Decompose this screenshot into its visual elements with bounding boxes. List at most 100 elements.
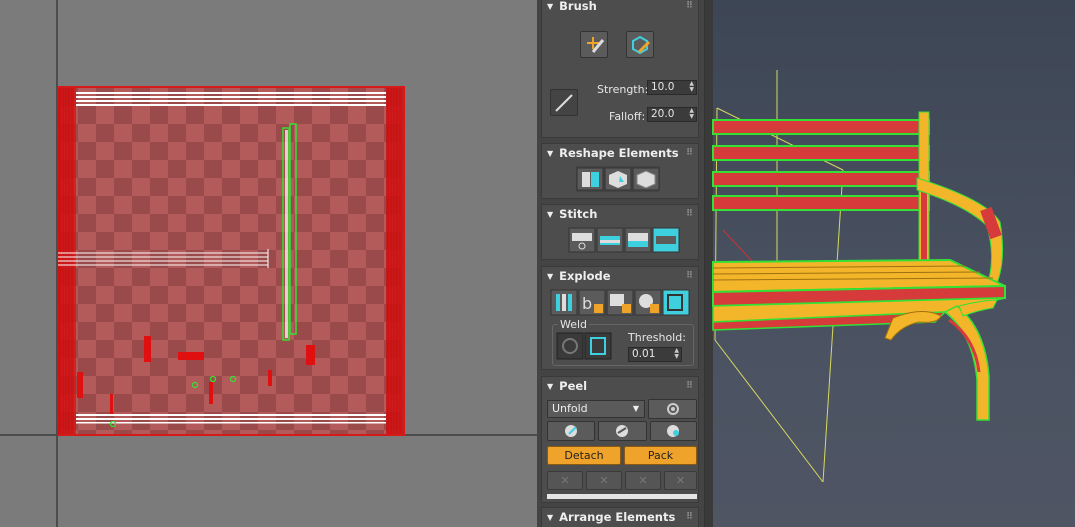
relax-brush-button[interactable]	[626, 31, 654, 58]
grip-icon: ⠿	[685, 271, 693, 281]
reshape-elements-rollout: ▼ Reshape Elements ⠿	[541, 143, 699, 199]
stitch-average-icon	[624, 227, 652, 253]
peel-rollout: ▼ Peel ⠿ Unfold ▼ Detach Pack ✕ ✕ ✕ ✕	[541, 376, 699, 503]
stitch-header[interactable]: ▼ Stitch ⠿	[542, 205, 698, 225]
strength-label: Strength:	[597, 83, 649, 96]
peel-progress-bar	[547, 494, 697, 499]
uv-shell-right-strip	[386, 88, 403, 434]
falloff-value: 20.0	[651, 108, 675, 120]
reshape-title: Reshape Elements	[559, 146, 679, 160]
uv-editor-viewport[interactable]	[0, 0, 537, 527]
falloff-label: Falloff:	[609, 110, 646, 123]
spinner-arrows-icon: ▲ ▼	[674, 347, 679, 360]
perspective-viewport[interactable]	[705, 0, 1075, 527]
strength-spinner[interactable]: 10.0 ▲ ▼	[647, 80, 697, 95]
explode-rollout: ▼ Explode ⠿ b Weld Threshold: 0.01 ▲ ▼	[541, 266, 699, 370]
grip-icon: ⠿	[685, 148, 693, 158]
unpin-button[interactable]: ✕	[586, 471, 622, 490]
uv-tools-panel: ▼ Brush ⠿ Strength: 10.0 ▲ ▼ Falloff: 20.0 ▲…	[537, 0, 705, 527]
spinner-arrows-icon: ▲ ▼	[689, 107, 694, 120]
chevron-down-icon: ▼	[632, 404, 639, 413]
threshold-label: Threshold:	[628, 331, 686, 344]
peel-mode-button[interactable]	[598, 421, 647, 441]
unpin-icon: ✕	[599, 474, 609, 487]
arrange-header[interactable]: ▼ Arrange Elements ⠿	[542, 508, 698, 527]
uv-shell-top-slats	[76, 92, 386, 106]
arrange-title: Arrange Elements	[559, 510, 676, 524]
explode-title: Explode	[559, 269, 611, 283]
collapse-arrow-icon: ▼	[547, 210, 554, 219]
peel-mode-dropdown[interactable]: Unfold ▼	[547, 400, 645, 418]
select-pins-button[interactable]: ✕	[625, 471, 661, 490]
uv-shell-small-parts	[77, 336, 315, 414]
straighten-icon	[576, 167, 604, 191]
grip-icon: ⠿	[685, 209, 693, 219]
arrange-elements-rollout: ▼ Arrange Elements ⠿	[541, 507, 699, 527]
weld-label: Weld	[558, 318, 590, 331]
stitch-custom-icon	[568, 227, 596, 253]
flatten-by-polygon-icon	[634, 289, 662, 316]
flatten-by-smoothing-icon: b	[578, 289, 606, 316]
collapse-arrow-icon: ▼	[547, 2, 554, 11]
bench-model[interactable]	[705, 0, 1075, 527]
clear-pins-icon: ✕	[675, 474, 686, 487]
threshold-spinner[interactable]: 0.01 ▲ ▼	[628, 347, 682, 362]
stitch-source-icon	[596, 227, 624, 253]
flatten-icon	[632, 167, 660, 191]
brush-title: Brush	[559, 0, 597, 13]
brush-header[interactable]: ▼ Brush ⠿	[542, 0, 698, 17]
grip-icon: ⠿	[685, 381, 693, 391]
uv-shell-bottom-slats	[76, 414, 386, 424]
flatten-by-element-icon	[662, 289, 690, 316]
threshold-value: 0.01	[632, 348, 656, 360]
pack-button[interactable]: Pack	[624, 446, 697, 465]
backrest-slats	[712, 111, 930, 271]
collapse-arrow-icon: ▼	[547, 513, 554, 522]
collapse-arrow-icon: ▼	[547, 272, 554, 281]
uv-shell-horizontal-bar	[58, 249, 269, 268]
reshape-header[interactable]: ▼ Reshape Elements ⠿	[542, 144, 698, 164]
move-brush-icon	[587, 37, 605, 53]
clear-pins-button[interactable]: ✕	[664, 471, 697, 490]
break-icon	[550, 289, 578, 316]
grip-icon: ⠿	[685, 1, 693, 11]
peel-title: Peel	[559, 379, 588, 393]
move-brush-button[interactable]	[580, 31, 608, 58]
relax-icon	[604, 167, 632, 191]
uv-shell-selected-vertical	[282, 123, 297, 341]
pin-button[interactable]: ✕	[547, 471, 583, 490]
falloff-type-button[interactable]	[550, 89, 578, 116]
reset-peel-icon	[667, 425, 679, 437]
explode-button-group[interactable]: b	[550, 289, 692, 316]
settings-gear-icon	[667, 403, 679, 415]
falloff-spinner[interactable]: 20.0 ▲ ▼	[647, 107, 697, 122]
reset-peel-button[interactable]	[650, 421, 697, 441]
quick-peel-button[interactable]	[547, 421, 595, 441]
stitch-title: Stitch	[559, 207, 598, 221]
stitch-target-icon	[652, 227, 680, 253]
detach-button[interactable]: Detach	[547, 446, 621, 465]
explode-header[interactable]: ▼ Explode ⠿	[542, 267, 698, 287]
falloff-line-icon	[555, 94, 573, 112]
peel-mode-value: Unfold	[552, 402, 588, 415]
collapse-arrow-icon: ▼	[547, 382, 554, 391]
spinner-arrows-icon: ▲ ▼	[689, 80, 694, 93]
weld-selected-icon	[556, 332, 584, 360]
reshape-button-group	[576, 166, 660, 192]
weld-button-group[interactable]	[556, 332, 612, 361]
brush-rollout: ▼ Brush ⠿ Strength: 10.0 ▲ ▼ Falloff: 20.0 ▲…	[541, 0, 699, 138]
stitch-button-group[interactable]	[568, 227, 680, 253]
peel-header[interactable]: ▼ Peel ⠿	[542, 377, 698, 397]
pin-icon: ✕	[560, 474, 570, 487]
stitch-rollout: ▼ Stitch ⠿	[541, 204, 699, 260]
relax-brush-icon	[632, 35, 651, 55]
select-pins-icon: ✕	[638, 474, 648, 487]
flatten-by-material-icon	[606, 289, 634, 316]
strength-value: 10.0	[651, 81, 675, 93]
svg-text:b: b	[582, 294, 592, 313]
peel-mode-icon	[616, 425, 628, 437]
collapse-arrow-icon: ▼	[547, 149, 554, 158]
quick-peel-icon	[565, 425, 577, 437]
peel-settings-button[interactable]	[648, 399, 697, 419]
uv-shell-overlay[interactable]	[0, 0, 537, 527]
